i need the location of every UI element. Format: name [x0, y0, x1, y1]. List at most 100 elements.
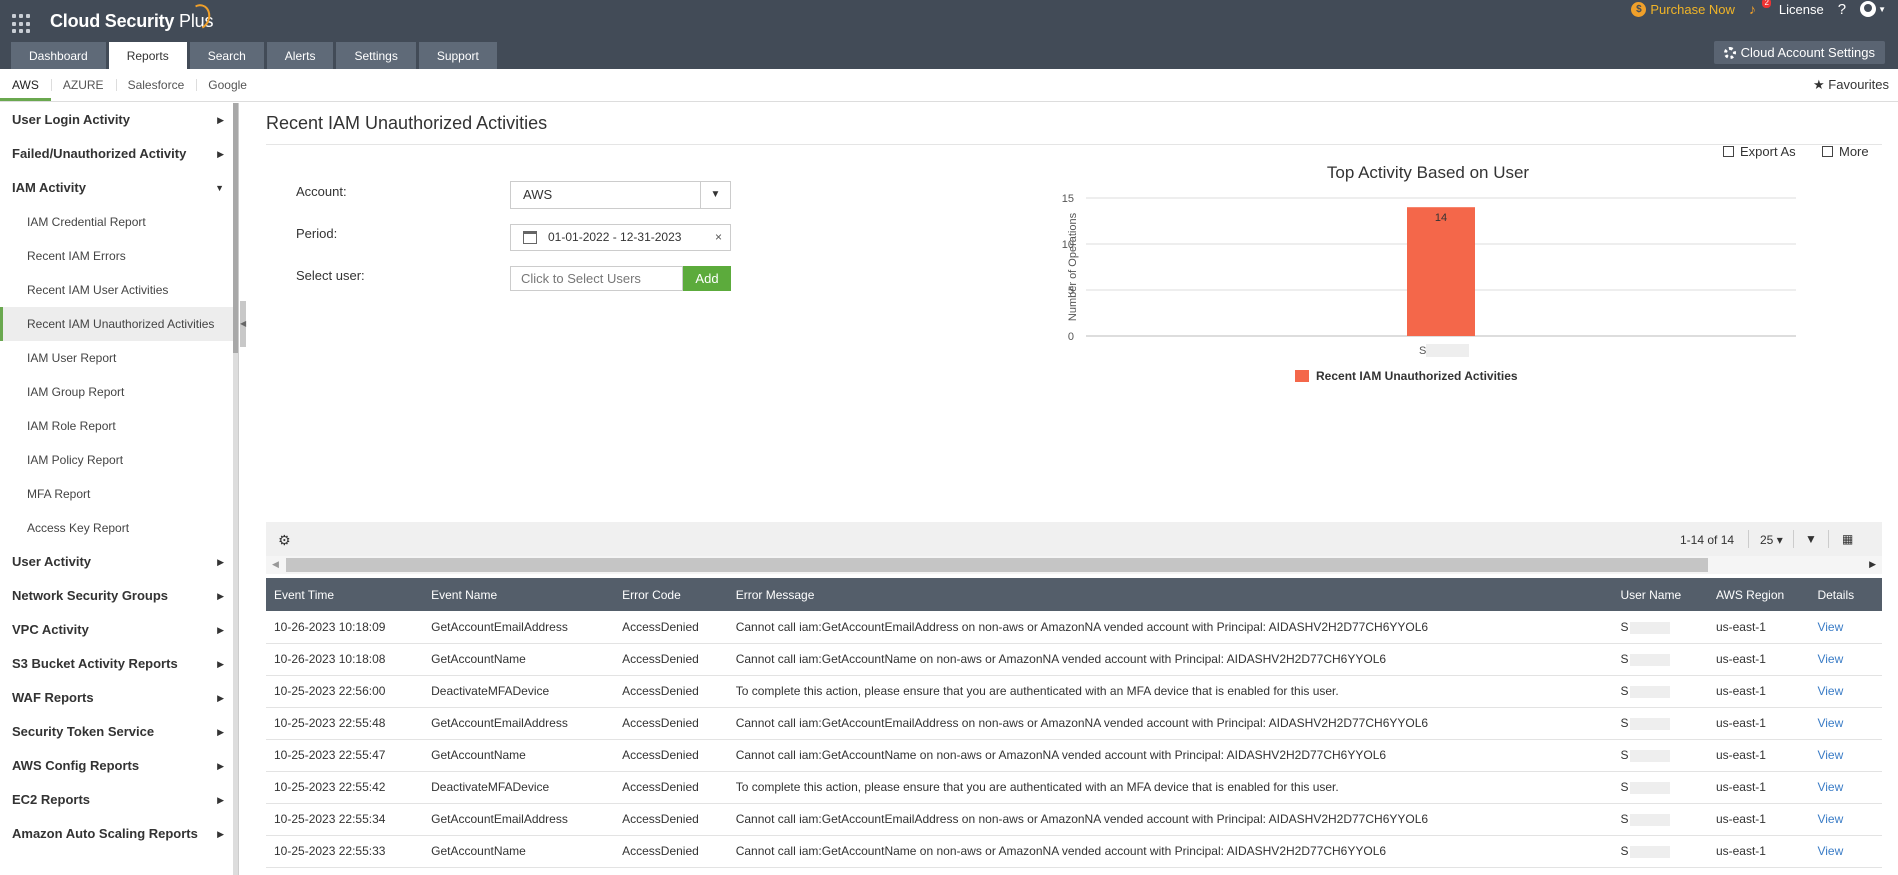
cell-details[interactable]: View	[1809, 707, 1882, 740]
cell-event: GetAccountName	[423, 643, 615, 676]
user-menu[interactable]: ▼	[1860, 1, 1886, 17]
cell-message: Cannot call iam:GetAccountEmailAddress o…	[727, 707, 1613, 740]
tab-alerts[interactable]: Alerts	[266, 42, 334, 69]
sidebar-item[interactable]: IAM User Report	[0, 341, 238, 375]
account-select[interactable]: AWS ▼	[510, 181, 731, 209]
column-header[interactable]: Event Time	[266, 578, 424, 611]
sidebar-item[interactable]: Recent IAM Unauthorized Activities	[0, 307, 238, 341]
cell-details[interactable]: View	[1809, 739, 1882, 772]
view-link[interactable]: View	[1817, 748, 1843, 762]
cell-text: Cannot call iam:GetAccountName on non-aw…	[735, 748, 1387, 762]
sidebar-category[interactable]: User Activity ▶	[0, 545, 238, 579]
sidebar-category[interactable]: Security Token Service ▶	[0, 715, 238, 749]
column-header[interactable]: Error Code	[614, 578, 728, 611]
scroll-right-icon[interactable]: ▶	[1869, 559, 1876, 570]
cell-text: GetAccountEmailAddress	[431, 812, 568, 826]
column-header[interactable]: User Name	[1612, 578, 1708, 611]
cell-code: AccessDenied	[614, 643, 728, 676]
table-row[interactable]: 10-25-2023 22:55:47 GetAccountName AccessD…	[266, 739, 1882, 772]
column-chooser-icon[interactable]: ▦	[1842, 532, 1853, 546]
select-users-input[interactable]: Click to Select Users	[510, 266, 683, 291]
sidebar-category[interactable]: Failed/Unauthorized Activity ▶	[0, 137, 238, 171]
license-link[interactable]: License	[1779, 2, 1824, 17]
column-header[interactable]: Error Message	[727, 578, 1613, 611]
tab-search[interactable]: Search	[189, 42, 264, 69]
redacted-block	[1630, 621, 1671, 634]
add-user-button[interactable]: Add	[683, 266, 731, 291]
table-horizontal-scrollbar[interactable]: ◀ ▶	[266, 556, 1882, 574]
page-size-select[interactable]: 25 ▾	[1760, 533, 1783, 547]
grid-settings-gear-icon[interactable]: ⚙	[278, 532, 291, 549]
sidebar-collapse-handle[interactable]: ◀	[240, 301, 246, 347]
sidebar-category[interactable]: Network Security Groups ▶	[0, 579, 238, 613]
tab-settings[interactable]: Settings	[336, 42, 416, 69]
cell-details[interactable]: View	[1809, 835, 1882, 868]
column-header[interactable]: AWS Region	[1707, 578, 1810, 611]
cell-details[interactable]: View	[1809, 771, 1882, 804]
subtab-azure[interactable]: AZURE	[50, 69, 116, 101]
view-link[interactable]: View	[1817, 812, 1843, 826]
cell-details[interactable]: View	[1809, 611, 1882, 644]
subtab-salesforce[interactable]: Salesforce	[115, 69, 197, 101]
sidebar-scrollbar[interactable]	[233, 103, 238, 875]
scroll-left-icon[interactable]: ◀	[272, 559, 279, 570]
view-link[interactable]: View	[1817, 716, 1843, 730]
table-row[interactable]: 10-26-2023 10:18:08 GetAccountName AccessD…	[266, 643, 1882, 676]
sidebar-item[interactable]: Access Key Report	[0, 511, 238, 545]
table-row[interactable]: 10-25-2023 22:55:48 GetAccountEmailAddres…	[266, 707, 1882, 740]
column-header[interactable]: Event Name	[423, 578, 615, 611]
favourites-link[interactable]: ★ Favourites	[1813, 69, 1889, 101]
sidebar-item[interactable]: Recent IAM Errors	[0, 239, 238, 273]
view-link[interactable]: View	[1817, 620, 1843, 634]
more-button[interactable]: More	[1822, 144, 1869, 159]
subtab-aws[interactable]: AWS	[0, 69, 51, 101]
sidebar-category[interactable]: WAF Reports ▶	[0, 681, 238, 715]
view-link[interactable]: View	[1817, 652, 1843, 666]
cell-details[interactable]: View	[1809, 803, 1882, 836]
pagination-info: 1-14 of 14	[1680, 533, 1735, 547]
export-as-button[interactable]: Export As	[1723, 144, 1796, 159]
tab-support[interactable]: Support	[418, 42, 497, 69]
purchase-now-link[interactable]: $ Purchase Now	[1631, 1, 1735, 17]
table-row[interactable]: 10-25-2023 22:55:42 DeactivateMFADevice Ac…	[266, 771, 1882, 804]
caret-right-icon: ▶	[217, 727, 224, 737]
cell-details[interactable]: View	[1809, 675, 1882, 708]
sidebar-category[interactable]: AWS Config Reports ▶	[0, 749, 238, 783]
sidebar-category[interactable]: User Login Activity ▶	[0, 103, 238, 137]
sidebar-category[interactable]: VPC Activity ▶	[0, 613, 238, 647]
notification-bell-icon[interactable]: ♪ 2	[1749, 0, 1771, 17]
view-link[interactable]: View	[1817, 684, 1843, 698]
table-row[interactable]: 10-26-2023 10:18:09 GetAccountEmailAddres…	[266, 611, 1882, 644]
help-icon[interactable]: ?	[1838, 1, 1846, 18]
divider	[1828, 530, 1829, 548]
app-grid-icon[interactable]	[12, 14, 32, 34]
table-row[interactable]: 10-25-2023 22:56:00 DeactivateMFADevice Ac…	[266, 675, 1882, 708]
sidebar-item[interactable]: Recent IAM User Activities	[0, 273, 238, 307]
column-header[interactable]: Details	[1809, 578, 1882, 611]
sidebar-item[interactable]: IAM Group Report	[0, 375, 238, 409]
cell-details[interactable]: View	[1809, 643, 1882, 676]
sidebar-category[interactable]: S3 Bucket Activity Reports ▶	[0, 647, 238, 681]
tab-dashboard[interactable]: Dashboard	[11, 42, 106, 69]
sidebar-category[interactable]: IAM Activity ▼	[0, 171, 238, 205]
sidebar-category[interactable]: Amazon Auto Scaling Reports ▶	[0, 817, 238, 851]
sidebar-item[interactable]: IAM Credential Report	[0, 205, 238, 239]
sidebar-category[interactable]: EC2 Reports ▶	[0, 783, 238, 817]
view-link[interactable]: View	[1817, 844, 1843, 858]
table-row[interactable]: 10-25-2023 22:55:34 GetAccountEmailAddres…	[266, 803, 1882, 836]
scroll-thumb[interactable]	[286, 558, 1708, 572]
sidebar-item[interactable]: IAM Policy Report	[0, 443, 238, 477]
cell-text: S	[1620, 716, 1629, 730]
filter-icon[interactable]: ▼	[1805, 532, 1817, 546]
table-row[interactable]: 10-25-2023 22:55:33 GetAccountName AccessD…	[266, 835, 1882, 868]
clear-icon[interactable]: ×	[715, 225, 722, 250]
subtab-google[interactable]: Google	[196, 69, 259, 101]
view-link[interactable]: View	[1817, 780, 1843, 794]
sidebar-scroll-thumb[interactable]	[233, 103, 238, 353]
cloud-account-settings-button[interactable]: Cloud Account Settings	[1713, 41, 1885, 64]
tab-reports[interactable]: Reports	[108, 42, 187, 70]
cell-text: us-east-1	[1715, 844, 1766, 858]
period-date-range-input[interactable]: 01-01-2022 - 12-31-2023 ×	[510, 224, 731, 251]
sidebar-item[interactable]: MFA Report	[0, 477, 238, 511]
sidebar-item[interactable]: IAM Role Report	[0, 409, 238, 443]
